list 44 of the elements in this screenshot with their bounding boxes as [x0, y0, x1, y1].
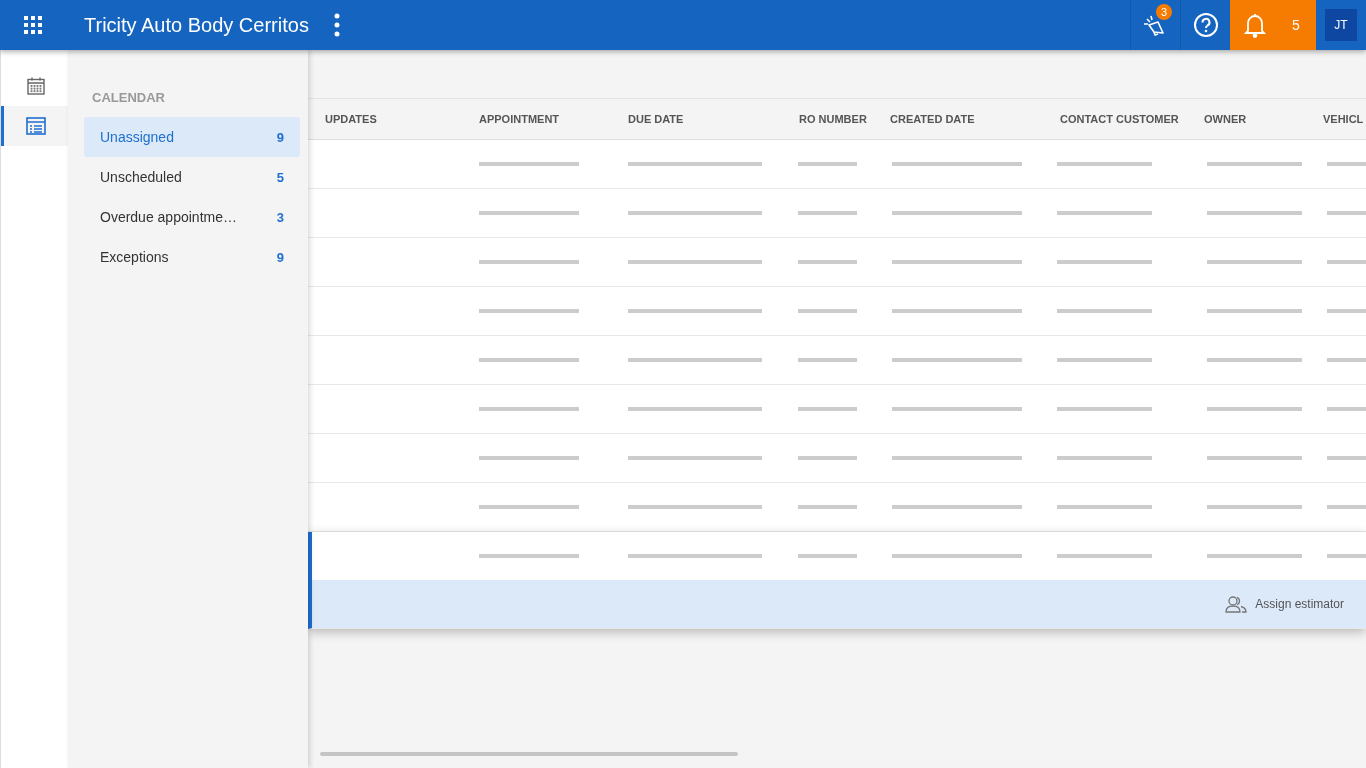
more-vertical-icon	[333, 13, 340, 37]
table-row[interactable]	[308, 483, 1366, 532]
section-heading: CALENDAR	[92, 90, 166, 105]
sidebar-item[interactable]: Exceptions 9	[84, 237, 300, 277]
table-row[interactable]: Assign estimator	[308, 532, 1366, 629]
table-row[interactable]	[308, 385, 1366, 434]
rail-nav-button[interactable]	[1, 106, 68, 146]
loading-placeholder	[798, 407, 857, 411]
horizontal-scrollbar[interactable]	[320, 752, 738, 756]
announcement-count-badge: 3	[1156, 4, 1172, 20]
column-header: DUE DATE	[628, 113, 684, 125]
loading-placeholder	[798, 554, 857, 558]
loading-placeholder	[798, 456, 857, 460]
loading-placeholder	[798, 309, 857, 313]
loading-placeholder	[798, 260, 857, 264]
loading-placeholder	[798, 505, 857, 509]
list-view-icon	[26, 117, 46, 135]
shop-title: Tricity Auto Body Cerritos	[84, 13, 309, 37]
table-row[interactable]	[308, 287, 1366, 336]
help-icon	[1192, 12, 1219, 38]
column-header: VEHICL	[1323, 113, 1364, 125]
loading-placeholder	[798, 162, 857, 166]
loading-placeholder	[798, 211, 857, 215]
column-header: CONTACT CUSTOMER	[1060, 113, 1179, 125]
table-row[interactable]	[308, 189, 1366, 238]
sidebar-item[interactable]: Unassigned 9	[84, 117, 300, 157]
column-header: APPOINTMENT	[479, 113, 560, 125]
column-header: CREATED DATE	[890, 113, 975, 125]
apps-grid-icon	[24, 16, 42, 34]
table-row[interactable]	[308, 336, 1366, 385]
loading-placeholder	[798, 358, 857, 362]
table-row[interactable]	[308, 238, 1366, 287]
sidebar-item[interactable]: Overdue appointme… 3	[84, 197, 300, 237]
sidebar-item[interactable]: Unscheduled 5	[84, 157, 300, 197]
column-header: RO NUMBER	[799, 113, 867, 125]
column-header: UPDATES	[325, 113, 377, 125]
table-row[interactable]	[308, 434, 1366, 483]
people-icon	[1225, 595, 1248, 613]
bell-icon	[1244, 12, 1266, 38]
user-avatar-button[interactable]: JT	[1325, 9, 1357, 41]
calendar-icon	[27, 77, 45, 95]
column-header: OWNER	[1204, 113, 1247, 125]
assign-estimator-button[interactable]: Assign estimator	[1225, 595, 1344, 613]
table-row[interactable]	[308, 140, 1366, 189]
